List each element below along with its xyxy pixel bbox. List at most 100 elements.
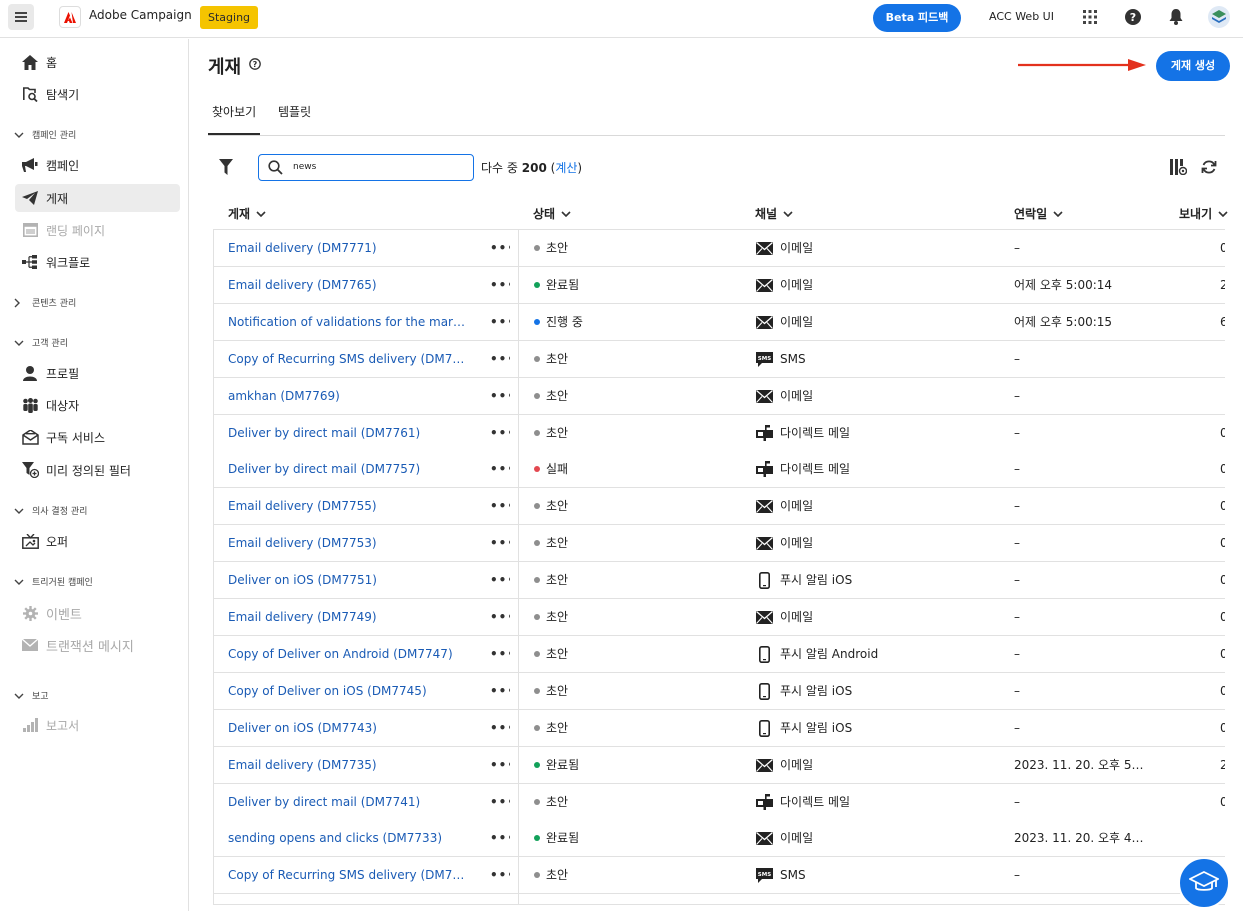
section-content-management[interactable]: 콘텐츠 관리 [14, 296, 76, 309]
table-row[interactable]: Email delivery (DM7749) ••• 초안 이메일 – 0 [214, 599, 1225, 636]
table-row[interactable]: Copy of Recurring SMS delivery (DM7767) •… [214, 341, 1225, 378]
sidebar-item-campaigns[interactable]: 캠페인 [15, 151, 180, 179]
table-row[interactable]: Copy of Deliver on iOS (DM7745) ••• 초안 푸시 알… [214, 673, 1225, 710]
delivery-name-link[interactable]: Email delivery (DM7735) [228, 747, 468, 783]
delivery-name-link[interactable]: Email delivery (DM7755) [228, 488, 468, 524]
table-row[interactable]: Email delivery (DM7735) ••• 완료됨 이메일 2023. 11… [214, 747, 1225, 784]
column-header-contact-date[interactable]: 연락일 [1014, 205, 1063, 222]
tab-templates[interactable]: 템플릿 [278, 103, 311, 120]
table-row[interactable]: Notification of validations for the mark… [214, 304, 1225, 341]
refresh-icon[interactable] [1201, 159, 1217, 178]
more-actions-icon[interactable]: ••• [490, 820, 510, 856]
more-actions-icon[interactable]: ••• [490, 710, 510, 746]
bell-icon[interactable] [1166, 7, 1186, 27]
column-header-channel[interactable]: 채널 [755, 205, 793, 222]
sent-count: 0 [1220, 488, 1225, 524]
sidebar-item-workflows[interactable]: 워크플로 [15, 248, 180, 276]
delivery-name-link[interactable]: Copy of Recurring SMS delivery (DM7767) [228, 341, 468, 377]
more-actions-icon[interactable]: ••• [490, 673, 510, 709]
column-header-delivery[interactable]: 게재 [228, 205, 266, 222]
table-row[interactable]: Email delivery (DM7771) ••• 초안 이메일 – 0 [214, 230, 1225, 267]
menu-icon[interactable] [8, 4, 34, 30]
section-customer-management[interactable]: 고객 관리 [14, 336, 68, 349]
delivery-name-link[interactable]: Deliver by direct mail (DM7761) [228, 415, 468, 451]
more-actions-icon[interactable]: ••• [490, 341, 510, 377]
sidebar-item-audiences[interactable]: 대상자 [15, 391, 180, 419]
delivery-name-link[interactable]: sending opens and clicks (DM7733) [228, 820, 468, 856]
delivery-name-link[interactable]: Deliver by direct mail (DM7757) [228, 451, 468, 487]
table-row[interactable]: Deliver on iOS (DM7751) ••• 초안 푸시 알림 iOS – 0 [214, 562, 1225, 599]
more-actions-icon[interactable]: ••• [490, 525, 510, 561]
delivery-name-link[interactable]: Email delivery (DM7753) [228, 525, 468, 561]
learning-help-button[interactable] [1178, 857, 1230, 909]
adobe-logo-icon[interactable] [59, 6, 81, 28]
table-row[interactable]: sending opens and clicks (DM7733) ••• 완료됨 이… [214, 820, 1225, 857]
count-prefix: 다수 중 [481, 161, 522, 175]
delivery-name-link[interactable]: Notification of validations for the mark… [228, 304, 468, 340]
user-avatar-icon[interactable] [1208, 6, 1230, 28]
acc-web-ui-link[interactable]: ACC Web UI [989, 10, 1054, 23]
more-actions-icon[interactable]: ••• [490, 562, 510, 598]
help-circle-icon[interactable]: ? [249, 58, 261, 73]
sidebar-item-events[interactable]: 이벤트 [15, 599, 180, 627]
more-actions-icon[interactable]: ••• [490, 599, 510, 635]
table-row[interactable]: Deliver by direct mail (DM7761) ••• 초안 다이렉트… [214, 415, 1225, 452]
delivery-name-link[interactable]: Email delivery (DM7749) [228, 599, 468, 635]
column-settings-icon[interactable] [1170, 159, 1188, 178]
table-row[interactable]: Deliver by direct mail (DM7741) ••• 초안 다이렉트… [214, 784, 1225, 821]
sidebar-item-subscriptions[interactable]: 구독 서비스 [15, 423, 180, 451]
more-actions-icon[interactable]: ••• [490, 747, 510, 783]
sidebar-item-predefined-filters[interactable]: 미리 정의된 필터 [15, 456, 180, 484]
more-actions-icon[interactable]: ••• [490, 415, 510, 451]
table-row[interactable]: Copy of Recurring SMS delivery (DM7737) •… [214, 857, 1225, 894]
app-name[interactable]: Adobe Campaign [89, 8, 192, 22]
delivery-name-link[interactable]: Copy of Deliver on Android (DM7747) [228, 636, 468, 672]
delivery-name-link[interactable]: Deliver by direct mail (DM7741) [228, 784, 468, 820]
delivery-name-link[interactable]: amkhan (DM7769) [228, 378, 468, 414]
section-decision-management[interactable]: 의사 결정 관리 [14, 504, 87, 517]
more-actions-icon[interactable]: ••• [490, 451, 510, 487]
delivery-name-link[interactable]: Copy of Recurring SMS delivery (DM7737) [228, 857, 468, 893]
table-row[interactable]: Email delivery (DM7765) ••• 완료됨 이메일 어제 오후 5:… [214, 267, 1225, 304]
more-actions-icon[interactable]: ••• [490, 378, 510, 414]
delivery-name-link[interactable]: Deliver on iOS (DM7751) [228, 562, 468, 598]
delivery-name-link[interactable]: Email delivery (DM7771) [228, 230, 468, 266]
section-reports[interactable]: 보고 [14, 689, 49, 702]
section-triggered-campaigns[interactable]: 트리거된 캠페인 [14, 575, 93, 588]
delivery-name-link[interactable]: Copy of Deliver on iOS (DM7745) [228, 673, 468, 709]
column-header-status[interactable]: 상태 [533, 205, 571, 222]
sidebar-item-home[interactable]: 홈 [15, 48, 180, 76]
sidebar-item-offers[interactable]: 오퍼 [15, 527, 180, 555]
table-row[interactable]: Copy of Deliver on Android (DM7747) ••• 초안… [214, 636, 1225, 673]
sidebar-item-reports[interactable]: 보고서 [15, 711, 180, 739]
sidebar-item-profiles[interactable]: 프로필 [15, 359, 180, 387]
beta-feedback-button[interactable]: Beta 피드백 [873, 4, 961, 32]
sidebar-item-deliveries[interactable]: 게재 [15, 184, 180, 212]
apps-grid-icon[interactable] [1080, 7, 1100, 27]
search-input[interactable]: news [258, 154, 474, 181]
filter-icon[interactable] [219, 159, 233, 178]
delivery-name-link[interactable]: Deliver on iOS (DM7743) [228, 710, 468, 746]
help-icon[interactable]: ? [1123, 7, 1143, 27]
more-actions-icon[interactable]: ••• [490, 857, 510, 893]
sidebar-item-landing-pages[interactable]: 랜딩 페이지 [15, 216, 180, 244]
more-actions-icon[interactable]: ••• [490, 488, 510, 524]
more-actions-icon[interactable]: ••• [490, 267, 510, 303]
table-row[interactable]: amkhan (DM7769) ••• 초안 이메일 – [214, 378, 1225, 415]
create-delivery-button[interactable]: 게재 생성 [1156, 51, 1230, 81]
more-actions-icon[interactable]: ••• [490, 230, 510, 266]
table-row[interactable]: Deliver on iOS (DM7743) ••• 초안 푸시 알림 iOS – 0 [214, 710, 1225, 747]
tab-browse[interactable]: 찾아보기 [207, 103, 261, 135]
sidebar-item-transactional-messages[interactable]: 트랜잭션 메시지 [15, 631, 180, 659]
more-actions-icon[interactable]: ••• [490, 304, 510, 340]
sidebar-item-explorer[interactable]: 탐색기 [15, 80, 180, 108]
section-campaign-management[interactable]: 캠페인 관리 [14, 128, 76, 141]
compute-count-link[interactable]: 계산 [555, 161, 577, 175]
table-row[interactable]: Email delivery (DM7753) ••• 초안 이메일 – 0 [214, 525, 1225, 562]
column-header-sent[interactable]: 보내기 [1179, 205, 1228, 222]
table-row[interactable]: Deliver by direct mail (DM7757) ••• 실패 다이렉트… [214, 451, 1225, 488]
more-actions-icon[interactable]: ••• [490, 636, 510, 672]
delivery-name-link[interactable]: Email delivery (DM7765) [228, 267, 468, 303]
table-row[interactable]: Email delivery (DM7755) ••• 초안 이메일 – 0 [214, 488, 1225, 525]
more-actions-icon[interactable]: ••• [490, 784, 510, 820]
